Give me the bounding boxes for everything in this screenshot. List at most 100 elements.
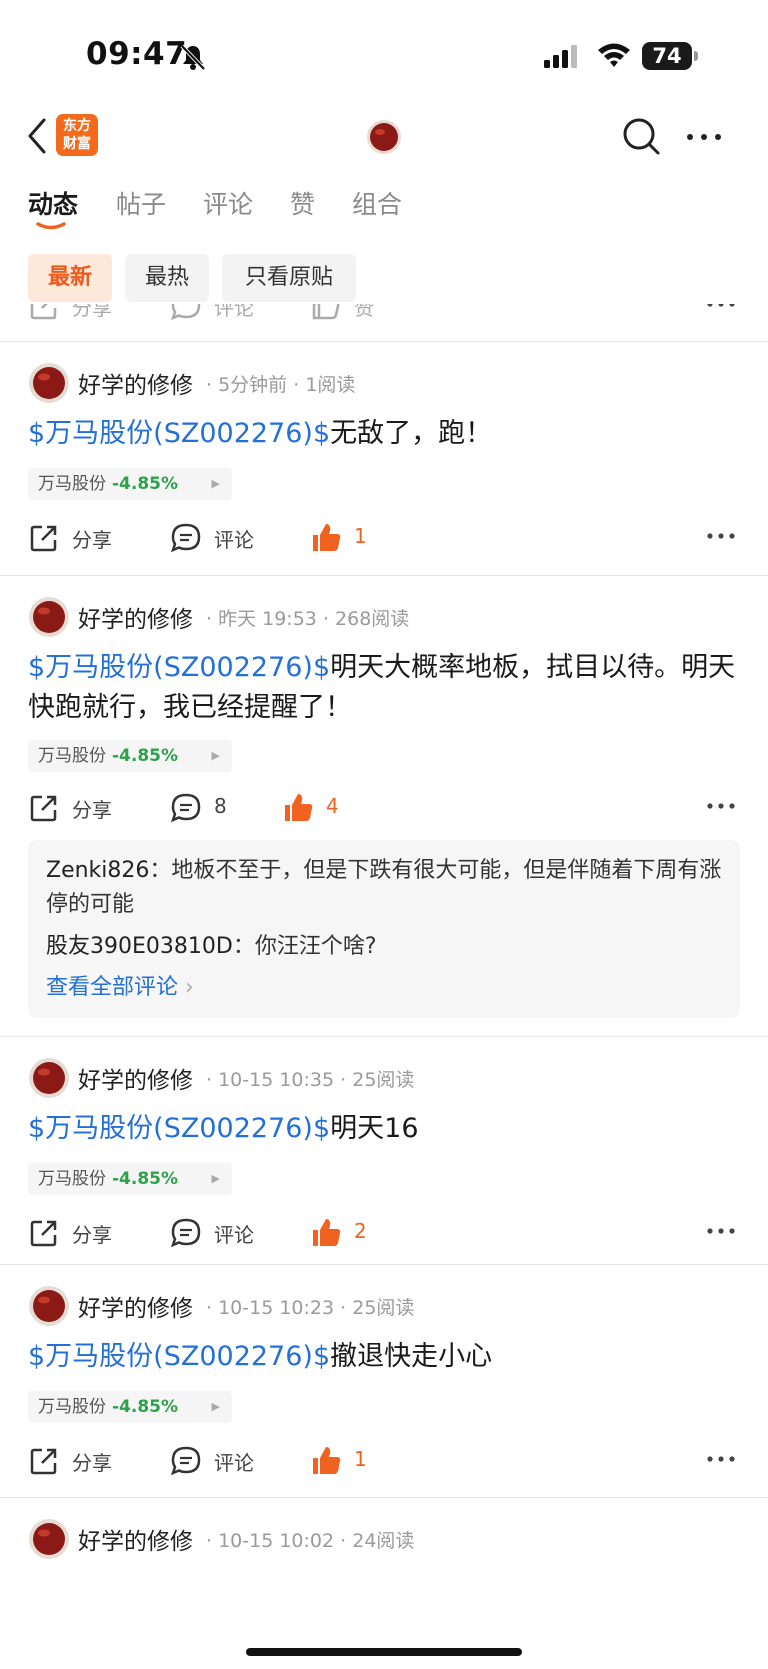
post-body: 明天16 — [330, 1113, 419, 1144]
chevron-right-icon: › — [185, 975, 194, 1000]
battery-cap — [694, 51, 698, 61]
logo-line1: 东方 — [63, 118, 91, 134]
post-card[interactable]: 好学的修修 · 5分钟前 · 1阅读 $万马股份(SZ002276)$无敌了，跑… — [0, 342, 768, 574]
post-card[interactable]: 好学的修修 · 10-15 10:23 · 25阅读 $万马股份(SZ00227… — [0, 1265, 768, 1497]
stock-link[interactable]: $万马股份(SZ002276)$ — [28, 1341, 330, 1372]
author-name[interactable]: 好学的修修 — [78, 600, 193, 634]
like-label: 赞 — [354, 304, 374, 320]
stock-link[interactable]: $万马股份(SZ002276)$ — [28, 418, 330, 449]
comment-icon — [170, 1218, 201, 1248]
logo-line2: 财富 — [63, 136, 91, 152]
post-more-icon[interactable] — [706, 1449, 736, 1469]
share-label: 分享 — [72, 528, 112, 552]
share-label: 分享 — [72, 1451, 112, 1475]
thumbs-up-filled-icon — [285, 794, 313, 821]
share-icon — [30, 1448, 57, 1475]
thumbs-up-outline-icon — [312, 304, 340, 320]
comment-item[interactable]: Zenki826：地板不至于，但是下跌有很大可能，但是伴随着下周有涨停的可能 — [46, 854, 722, 922]
author-name[interactable]: 好学的修修 — [78, 1522, 193, 1556]
comment-icon — [170, 523, 201, 553]
post-more-icon[interactable] — [706, 796, 736, 816]
share-icon — [30, 525, 57, 552]
author-name[interactable]: 好学的修修 — [78, 1061, 193, 1095]
post-more-icon[interactable] — [706, 1221, 736, 1241]
view-all-label: 查看全部评论 — [46, 975, 179, 1000]
filter-hot[interactable]: 最热 — [125, 254, 209, 302]
comment-user[interactable]: 股友390E03810D — [46, 934, 233, 959]
post-time: 昨天 19:53 — [218, 608, 317, 630]
share-label: 分享 — [72, 304, 112, 320]
more-options-icon[interactable] — [682, 115, 726, 157]
wifi-icon — [598, 43, 630, 67]
post-text[interactable]: $万马股份(SZ002276)$撤退快走小心 — [28, 1337, 740, 1377]
partial-action-row: 分享 评论 赞 — [28, 304, 740, 326]
author-avatar[interactable] — [28, 1285, 70, 1327]
stock-tag[interactable]: 万马股份 -4.85% ▶ — [28, 1391, 232, 1423]
comment-user[interactable]: Zenki826 — [46, 858, 149, 883]
stock-link[interactable]: $万马股份(SZ002276)$ — [28, 1113, 330, 1144]
comment-item[interactable]: 股友390E03810D：你汪汪个啥? — [46, 930, 722, 964]
author-avatar[interactable] — [28, 1057, 70, 1099]
tab-likes[interactable]: 赞 — [290, 188, 315, 228]
author-avatar[interactable] — [28, 1518, 70, 1560]
post-more-icon[interactable] — [706, 526, 736, 546]
post-text[interactable]: $万马股份(SZ002276)$无敌了，跑！ — [28, 414, 740, 454]
post-more-icon[interactable] — [706, 304, 736, 314]
like-count: 2 — [354, 1219, 367, 1243]
post-meta: · 10-15 10:02 · 24阅读 — [206, 1530, 415, 1552]
filter-latest[interactable]: 最新 — [28, 254, 112, 302]
search-icon[interactable] — [620, 115, 662, 157]
post-card[interactable]: 好学的修修 · 10-15 10:35 · 25阅读 $万马股份(SZ00227… — [0, 1037, 768, 1263]
author-row: 好学的修修 · 5分钟前 · 1阅读 — [28, 362, 748, 406]
like-count: 1 — [354, 524, 367, 548]
tab-portfolio[interactable]: 组合 — [352, 188, 402, 228]
read-count: 25阅读 — [352, 1297, 415, 1319]
author-avatar[interactable] — [28, 362, 70, 404]
read-count: 268阅读 — [335, 608, 410, 630]
post-body: 无敌了，跑！ — [330, 418, 493, 449]
post-time: 10-15 10:23 — [218, 1297, 335, 1319]
comment-label: 评论 — [214, 304, 254, 320]
home-indicator[interactable] — [246, 1648, 522, 1656]
back-arrow-icon[interactable] — [24, 114, 50, 158]
post-card[interactable]: 好学的修修 · 10-15 10:02 · 24阅读 — [0, 1498, 768, 1669]
post-meta: · 10-15 10:35 · 25阅读 — [206, 1069, 415, 1091]
thumbs-up-filled-icon — [313, 1219, 341, 1246]
profile-avatar[interactable] — [366, 119, 402, 155]
stock-tag-change: -4.85% — [112, 1169, 179, 1189]
view-all-comments-link[interactable]: 查看全部评论 › — [46, 968, 722, 1008]
stock-link[interactable]: $万马股份(SZ002276)$ — [28, 652, 330, 683]
comments-preview: Zenki826：地板不至于，但是下跌有很大可能，但是伴随着下周有涨停的可能 股… — [28, 840, 740, 1018]
tab-posts[interactable]: 帖子 — [116, 188, 166, 228]
action-row: 分享 评论 1 — [28, 518, 740, 558]
share-icon — [30, 795, 57, 822]
stock-tag-change: -4.85% — [112, 1397, 179, 1417]
tab-bar: 动态 帖子 评论 赞 组合 — [0, 182, 768, 238]
stock-tag[interactable]: 万马股份 -4.85% ▶ — [28, 740, 232, 772]
author-name[interactable]: 好学的修修 — [78, 1289, 193, 1323]
action-row: 分享 8 4 — [28, 788, 740, 828]
stock-tag[interactable]: 万马股份 -4.85% ▶ — [28, 468, 232, 500]
post-text[interactable]: $万马股份(SZ002276)$明天16 — [28, 1109, 740, 1149]
share-icon — [30, 1220, 57, 1247]
thumbs-up-filled-icon — [313, 524, 341, 551]
filter-original-only[interactable]: 只看原贴 — [222, 254, 356, 302]
post-time: 10-15 10:02 — [218, 1530, 335, 1552]
comment-label: 评论 — [214, 1451, 254, 1475]
post-text[interactable]: $万马股份(SZ002276)$明天大概率地板，拭目以待。明天快跑就行，我已经提… — [28, 648, 740, 728]
comment-icon — [170, 793, 201, 823]
comment-text: 你汪汪个啥? — [254, 934, 377, 959]
app-logo[interactable]: 东方 财富 — [56, 114, 98, 156]
comment-label: 评论 — [214, 1223, 254, 1247]
caret-right-icon: ▶ — [211, 477, 220, 490]
bell-off-icon — [180, 44, 206, 71]
tab-comments[interactable]: 评论 — [203, 188, 253, 228]
stock-tag[interactable]: 万马股份 -4.85% ▶ — [28, 1163, 232, 1195]
share-label: 分享 — [72, 1223, 112, 1247]
author-avatar[interactable] — [28, 596, 70, 638]
comment-count: 8 — [214, 794, 227, 818]
post-card[interactable]: 好学的修修 · 昨天 19:53 · 268阅读 $万马股份(SZ002276)… — [0, 576, 768, 1040]
like-count: 4 — [326, 794, 339, 818]
author-row: 好学的修修 · 10-15 10:35 · 25阅读 — [28, 1057, 748, 1101]
author-name[interactable]: 好学的修修 — [78, 366, 193, 400]
